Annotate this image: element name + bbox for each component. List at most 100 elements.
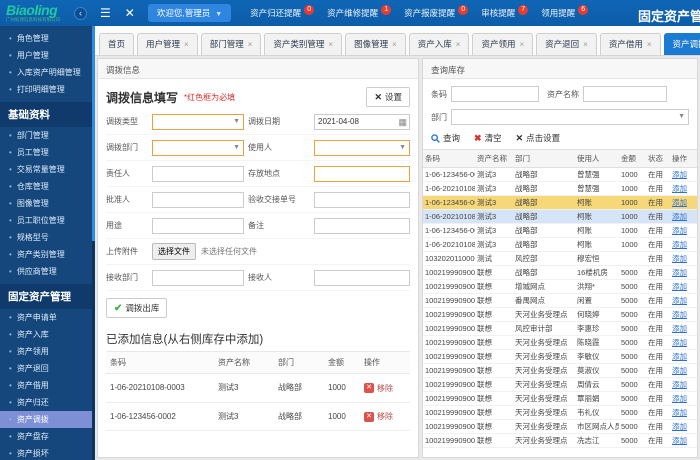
add-link[interactable]: 添加 <box>672 240 687 249</box>
add-link[interactable]: 添加 <box>672 422 687 431</box>
sidebar-item-供应商管理[interactable]: • 供应商管理 <box>0 263 95 280</box>
tab-资产调拨[interactable]: 资产调拨 <box>663 33 700 55</box>
collapse-sidebar-icon[interactable]: ‹ <box>74 6 87 20</box>
add-link[interactable]: 添加 <box>672 170 687 179</box>
table-row[interactable]: 1-06-123456-000测试3战略部柯账1000在用添加 <box>423 195 697 210</box>
sidebar-item-仓库管理[interactable]: • 仓库管理 <box>0 178 95 195</box>
sidebar-item-资产损坏[interactable]: • 资产损坏 <box>0 445 95 460</box>
click-settings-button[interactable]: ✕ 点击设置 <box>516 132 561 144</box>
sidebar-scrollbar-thumb[interactable] <box>92 26 95 241</box>
input-备注[interactable] <box>314 217 410 234</box>
search-button[interactable]: 查询 <box>431 132 460 144</box>
tab-资产退回[interactable]: 资产退回 × <box>536 33 597 55</box>
table-row[interactable]: 10021999090030联想天河业务受理点周倩云5000在用添加 <box>423 377 697 392</box>
sidebar-item-资产领用[interactable]: • 资产领用 <box>0 343 95 360</box>
sidebar-item-图像管理[interactable]: • 图像管理 <box>0 195 95 212</box>
sidebar-item-规格型号[interactable]: • 规格型号 <box>0 229 95 246</box>
topnav-item[interactable]: 资产报废提醒 0 <box>404 5 469 19</box>
add-link[interactable]: 添加 <box>672 212 687 221</box>
table-row[interactable]: 10021999090033联想增城网点洪翔*5000在用添加 <box>423 279 697 294</box>
add-link[interactable]: 添加 <box>672 254 687 263</box>
input-接收人[interactable] <box>314 269 410 286</box>
tab-图像管理[interactable]: 图像管理 × <box>345 33 406 55</box>
remove-button[interactable]: ✕ 移除 <box>364 411 393 422</box>
remove-button[interactable]: ✕ 移除 <box>364 383 393 394</box>
tab-部门管理[interactable]: 部门管理 × <box>200 33 262 55</box>
add-link[interactable]: 添加 <box>672 226 687 235</box>
sidebar-item-员工管理[interactable]: • 员工管理 <box>0 144 95 161</box>
add-link[interactable]: 添加 <box>672 184 687 193</box>
tab-资产领用[interactable]: 资产领用 × <box>472 33 534 55</box>
sidebar-item-资产退回[interactable]: • 资产退回 <box>0 360 95 377</box>
barcode-filter-input[interactable] <box>451 86 539 102</box>
close-icon[interactable]: ✕ <box>125 6 135 20</box>
table-row[interactable]: 10021999090033联想番禺网点闲置5000在用添加 <box>423 293 697 308</box>
sidebar-item-员工职位管理[interactable]: • 员工职位管理 <box>0 212 95 229</box>
sidebar-item-角色管理[interactable]: • 角色管理 <box>0 30 95 47</box>
tab-close-icon[interactable]: × <box>456 40 461 49</box>
tab-用户管理[interactable]: 用户管理 × <box>137 33 198 55</box>
table-row[interactable]: 10021999090030联想天河业务受理点李敏仪5000在用添加 <box>423 349 697 364</box>
table-row[interactable]: 10021999090029联想天河业务受理点覃丽娟5000在用添加 <box>423 391 697 406</box>
add-link[interactable]: 添加 <box>672 296 687 305</box>
add-link[interactable]: 添加 <box>672 436 687 445</box>
table-row[interactable]: 10320201100007测试风控部穆宏恒 在用添加 <box>423 251 697 266</box>
sidebar-item-资产调拨[interactable]: • 资产调拨 <box>0 411 92 428</box>
table-row[interactable]: 1-06-20210108-0测试3战略部柯账1000在用添加 <box>423 209 697 224</box>
sidebar-item-打印明细管理[interactable]: • 打印明细管理 <box>0 81 95 98</box>
add-link[interactable]: 添加 <box>672 268 687 277</box>
asset-name-filter-input[interactable] <box>583 86 667 102</box>
tab-close-icon[interactable]: × <box>184 40 189 49</box>
sidebar-item-资产类别管理[interactable]: • 资产类别管理 <box>0 246 95 263</box>
sidebar-item-交易常量管理[interactable]: • 交易常量管理 <box>0 161 95 178</box>
tab-close-icon[interactable]: × <box>328 40 333 49</box>
choose-file-button[interactable]: 选择文件 <box>152 243 196 260</box>
table-row[interactable]: 10021999090030联想天河业务受理点陈晓霞5000在用添加 <box>423 335 697 350</box>
tab-首页[interactable]: 首页 <box>99 33 135 55</box>
add-link[interactable]: 添加 <box>672 338 687 347</box>
sidebar-item-资产盘存[interactable]: • 资产盘存 <box>0 428 95 445</box>
table-row[interactable]: 10021999090031联想天河业务受理点何晓婷5000在用添加 <box>423 307 697 322</box>
tab-close-icon[interactable]: × <box>392 40 397 49</box>
table-row[interactable]: 10021999090034联想战略部16楼机房5000在用添加 <box>423 265 697 280</box>
transfer-out-button[interactable]: ✔ 调拨出库 <box>106 298 168 318</box>
topnav-item[interactable]: 领用提醒 6 <box>541 5 589 19</box>
add-link[interactable]: 添加 <box>672 282 687 291</box>
add-link[interactable]: 添加 <box>672 366 687 375</box>
table-row[interactable]: 10021999090029联想天河业务受理点冼志江5000在用添加 <box>423 433 697 448</box>
input-责任人[interactable] <box>152 165 244 182</box>
input-验收交接单号[interactable] <box>314 191 410 208</box>
settings-button[interactable]: ✕ 设置 <box>366 87 410 107</box>
sidebar-item-部门管理[interactable]: • 部门管理 <box>0 127 95 144</box>
add-link[interactable]: 添加 <box>672 380 687 389</box>
tab-close-icon[interactable]: × <box>519 40 524 49</box>
sidebar-item-入库资产明细管理[interactable]: • 入库资产明细管理 <box>0 64 95 81</box>
table-row[interactable]: 10021999090029联想天河业务受理点市区网点人员5000在用添加 <box>423 419 697 434</box>
table-row[interactable]: 1-06-123456-000测试3战略部曾慧强1000在用添加 <box>423 167 697 182</box>
user-menu-button[interactable]: 欢迎您,管理员 ▼ <box>147 4 232 22</box>
input-调拨日期[interactable] <box>314 113 410 130</box>
tab-close-icon[interactable]: × <box>647 40 652 49</box>
table-row[interactable]: 10021999090029联想天河业务受理点韦礼仪5000在用添加 <box>423 405 697 420</box>
sidebar-item-资产归还[interactable]: • 资产归还 <box>0 394 95 411</box>
tab-资产类别管理[interactable]: 资产类别管理 × <box>264 33 343 55</box>
sidebar-item-用户管理[interactable]: • 用户管理 <box>0 47 95 64</box>
add-link[interactable]: 添加 <box>672 198 687 207</box>
sidebar-item-资产申请单[interactable]: • 资产申请单 <box>0 309 95 326</box>
add-link[interactable]: 添加 <box>672 394 687 403</box>
input-接收部门[interactable] <box>152 269 244 286</box>
table-row[interactable]: 10021999090031联想风控审计部李惠珍5000在用添加 <box>423 321 697 336</box>
tab-资产借用[interactable]: 资产借用 × <box>599 33 661 55</box>
topnav-item[interactable]: 资产归还提醒 0 <box>250 5 315 19</box>
input-用途[interactable] <box>152 217 244 234</box>
tab-资产入库[interactable]: 资产入库 × <box>408 33 470 55</box>
input-使用人[interactable] <box>314 139 410 156</box>
tab-close-icon[interactable]: × <box>248 40 253 49</box>
topnav-item[interactable]: 资产维修提醒 1 <box>327 5 392 19</box>
tab-close-icon[interactable]: × <box>583 40 588 49</box>
input-批准人[interactable] <box>152 191 244 208</box>
topnav-item[interactable]: 审核提醒 7 <box>481 5 529 19</box>
table-row[interactable]: 1-06-20210108-0测试3战略部柯账1000在用添加 <box>423 237 697 252</box>
sidebar-item-资产借用[interactable]: • 资产借用 <box>0 377 95 394</box>
input-调拨部门[interactable] <box>152 139 244 156</box>
